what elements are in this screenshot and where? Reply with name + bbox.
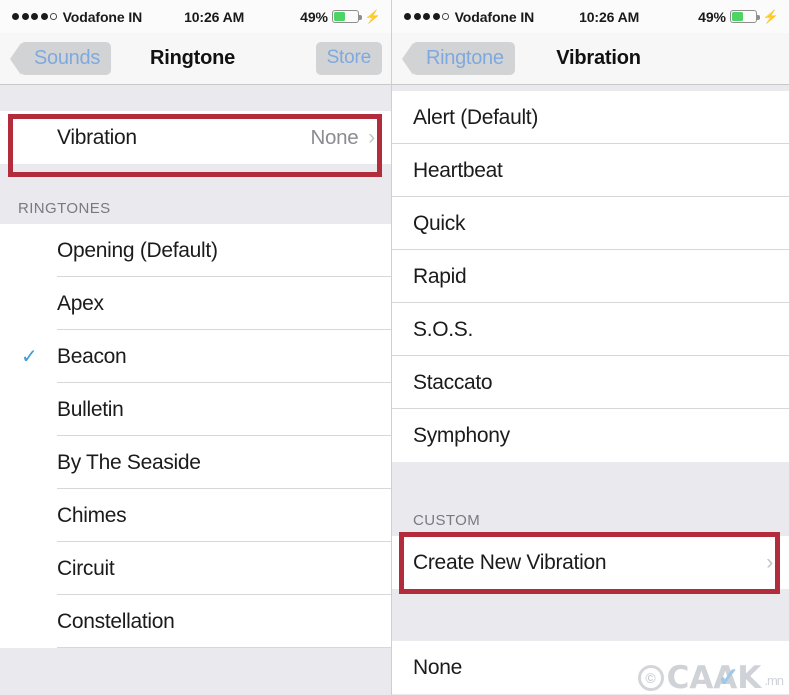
row-create-new-vibration[interactable]: Create New Vibration › [392,536,789,589]
battery-icon-right [729,10,760,23]
vibration-label: S.O.S. [413,317,474,341]
ringtone-label: Constellation [57,609,175,633]
list-item[interactable]: Circuit [0,542,391,595]
section-header-ringtones-area: RINGTONES [0,164,391,224]
store-button[interactable]: Store [315,42,382,75]
left-phone-screen-ringtone: Vodafone IN 10:26 AM 49% ⚡ Sounds Ringto… [0,0,392,695]
list-item-selected[interactable]: ✓ Beacon [0,330,391,383]
list-item[interactable]: Bulletin [0,383,391,436]
vibration-label: Staccato [413,370,493,394]
list-item[interactable]: Staccato [392,356,789,409]
list-item[interactable]: Chimes [0,489,391,542]
back-button-label-right: Ringtone [426,47,504,69]
signal-strength-icon [404,13,449,20]
status-bar-left: Vodafone IN 10:26 AM 49% ⚡ [0,0,391,33]
ringtone-label: Apex [57,291,104,315]
ringtone-label: Circuit [57,556,115,580]
top-spacer-left [0,85,391,111]
row-vibration-label: Vibration [57,125,137,149]
two-screenshot-comparison: Vodafone IN 10:26 AM 49% ⚡ Sounds Ringto… [0,0,790,695]
back-button-ringtone[interactable]: Ringtone [412,42,515,75]
ringtone-label: Bulletin [57,397,124,421]
battery-area-right: 49% ⚡ [698,9,779,25]
ringtone-label: By The Seaside [57,450,201,474]
battery-area-left: 49% ⚡ [300,9,381,25]
clock-right: 10:26 AM [579,8,640,25]
list-item[interactable]: S.O.S. [392,303,789,356]
spacer-before-none [392,589,789,641]
nav-bar-left: Sounds Ringtone Store [0,33,391,85]
vibration-group: Vibration None › [0,111,391,164]
vibration-label: Symphony [413,423,510,447]
vibration-label: Heartbeat [413,158,503,182]
list-body-left: Vibration None › RINGTONES Opening (Defa… [0,85,391,695]
list-body-right: Alert (Default) Heartbeat Quick Rapid S.… [392,85,789,695]
right-phone-screen-vibration: Vodafone IN 10:26 AM 49% ⚡ Ringtone Vibr… [392,0,789,695]
lightning-bolt-icon-left: ⚡ [364,9,381,24]
section-header-custom: CUSTOM [413,512,481,529]
ringtone-label: Beacon [57,344,127,368]
section-header-custom-area: CUSTOM [392,462,789,536]
ringtone-label: Opening (Default) [57,238,218,262]
signal-strength-icon [12,13,57,20]
list-item[interactable]: Rapid [392,250,789,303]
row-none-label: None [413,655,463,679]
vibration-label: Quick [413,211,466,235]
list-item[interactable]: Heartbeat [392,144,789,197]
status-bar-right: Vodafone IN 10:26 AM 49% ⚡ [392,0,789,33]
custom-vibrations-group: Create New Vibration › [392,536,789,589]
back-button-sounds[interactable]: Sounds [20,42,112,75]
row-none[interactable]: None [392,641,789,694]
list-item[interactable]: Symphony [392,409,789,462]
list-item[interactable]: Constellation [0,595,391,648]
clock-left: 10:26 AM [184,8,245,25]
battery-percent-right: 49% [698,8,726,25]
ringtones-group: Opening (Default) Apex ✓ Beacon Bulletin [0,224,391,648]
nav-bar-right: Ringtone Vibration [392,33,789,85]
list-item[interactable]: Alert (Default) [392,91,789,144]
back-button-label-left: Sounds [34,47,101,69]
standard-vibrations-group: Alert (Default) Heartbeat Quick Rapid S.… [392,91,789,462]
chevron-right-icon-create: › [766,551,773,574]
list-item[interactable]: Quick [392,197,789,250]
row-create-new-vibration-label: Create New Vibration [413,550,607,574]
store-button-label: Store [326,47,372,68]
none-group: None [392,641,789,694]
carrier-name-left: Vodafone IN [62,8,143,25]
vibration-label: Alert (Default) [413,105,539,129]
row-vibration-value: None [310,125,359,149]
battery-icon-left [331,10,362,23]
checkmark-icon: ✓ [21,345,38,368]
battery-percent-left: 49% [300,8,328,25]
list-item[interactable]: Apex [0,277,391,330]
carrier-area-left: Vodafone IN [12,9,142,25]
list-item[interactable]: By The Seaside [0,436,391,489]
chevron-right-icon-vibration: › [368,126,375,149]
row-vibration[interactable]: Vibration None › [0,111,391,164]
ringtone-label: Chimes [57,503,127,527]
vibration-label: Rapid [413,264,467,288]
list-item[interactable]: Opening (Default) [0,224,391,277]
section-header-ringtones: RINGTONES [18,200,111,217]
lightning-bolt-icon-right: ⚡ [762,9,779,24]
carrier-name-right: Vodafone IN [454,8,535,25]
carrier-area-right: Vodafone IN [404,9,534,25]
